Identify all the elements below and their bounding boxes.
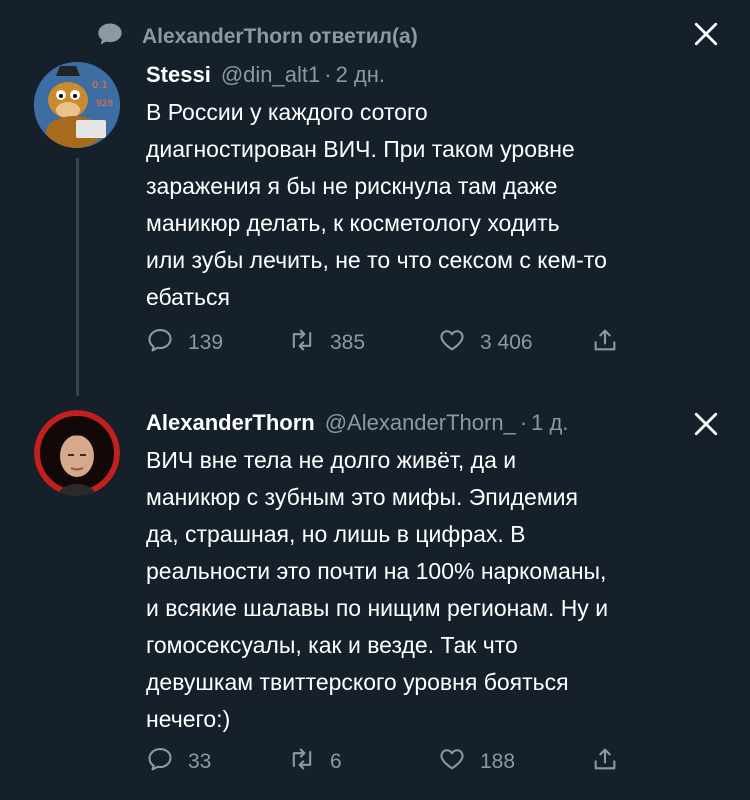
like-count: 3 406	[480, 331, 533, 354]
separator-dot: ·	[324, 62, 332, 87]
retweet-icon	[288, 745, 316, 779]
display-name[interactable]: AlexanderThorn	[146, 410, 315, 436]
reply-button[interactable]: 139	[146, 326, 223, 360]
tweet-text: В России у каждого сотого диагностирован…	[146, 99, 607, 310]
retweet-icon	[288, 326, 316, 360]
share-button[interactable]	[591, 745, 619, 779]
svg-text:0.1: 0.1	[92, 80, 108, 91]
timestamp[interactable]: 1 д.	[531, 410, 568, 436]
like-count: 188	[480, 750, 516, 773]
share-icon	[591, 326, 619, 360]
reply-context-banner: AlexanderThorn ответил(а)	[96, 20, 418, 54]
reply-button[interactable]: 33	[146, 745, 211, 779]
avatar[interactable]	[34, 410, 120, 496]
reply-icon	[146, 326, 174, 360]
retweet-button[interactable]: 6	[288, 745, 342, 779]
share-icon	[591, 745, 619, 779]
heart-icon	[438, 745, 466, 779]
tweet-actions: 139 385 3 406	[146, 326, 636, 362]
close-icon	[693, 21, 719, 52]
reply-count: 33	[188, 750, 212, 773]
retweet-count: 6	[330, 750, 342, 773]
reply-banner-text: AlexanderThorn ответил(а)	[142, 25, 418, 48]
timestamp[interactable]: 2 дн.	[336, 62, 385, 88]
tweet-text: ВИЧ вне тела не долго живёт, да и маникю…	[146, 447, 609, 732]
like-button[interactable]: 188	[438, 745, 515, 779]
handle[interactable]: @din_alt1	[221, 62, 320, 88]
tweet-actions: 33 6 188	[146, 745, 636, 781]
handle[interactable]: @AlexanderThorn_	[325, 410, 516, 436]
thread-connector-line	[76, 158, 79, 396]
reply-count: 139	[188, 331, 224, 354]
retweet-count: 385	[330, 331, 366, 354]
share-button[interactable]	[591, 326, 619, 360]
avatar[interactable]: 0.1 928	[34, 62, 120, 148]
like-button[interactable]: 3 406	[438, 326, 533, 360]
dismiss-button[interactable]	[686, 406, 726, 446]
heart-icon	[438, 326, 466, 360]
separator-dot: ·	[519, 410, 528, 435]
close-icon	[693, 411, 719, 442]
reply-icon	[146, 745, 174, 779]
svg-text:928: 928	[96, 99, 113, 109]
close-button[interactable]	[686, 16, 726, 56]
display-name[interactable]: Stessi	[146, 62, 211, 88]
speech-bubble-icon	[96, 20, 124, 54]
retweet-button[interactable]: 385	[288, 326, 365, 360]
